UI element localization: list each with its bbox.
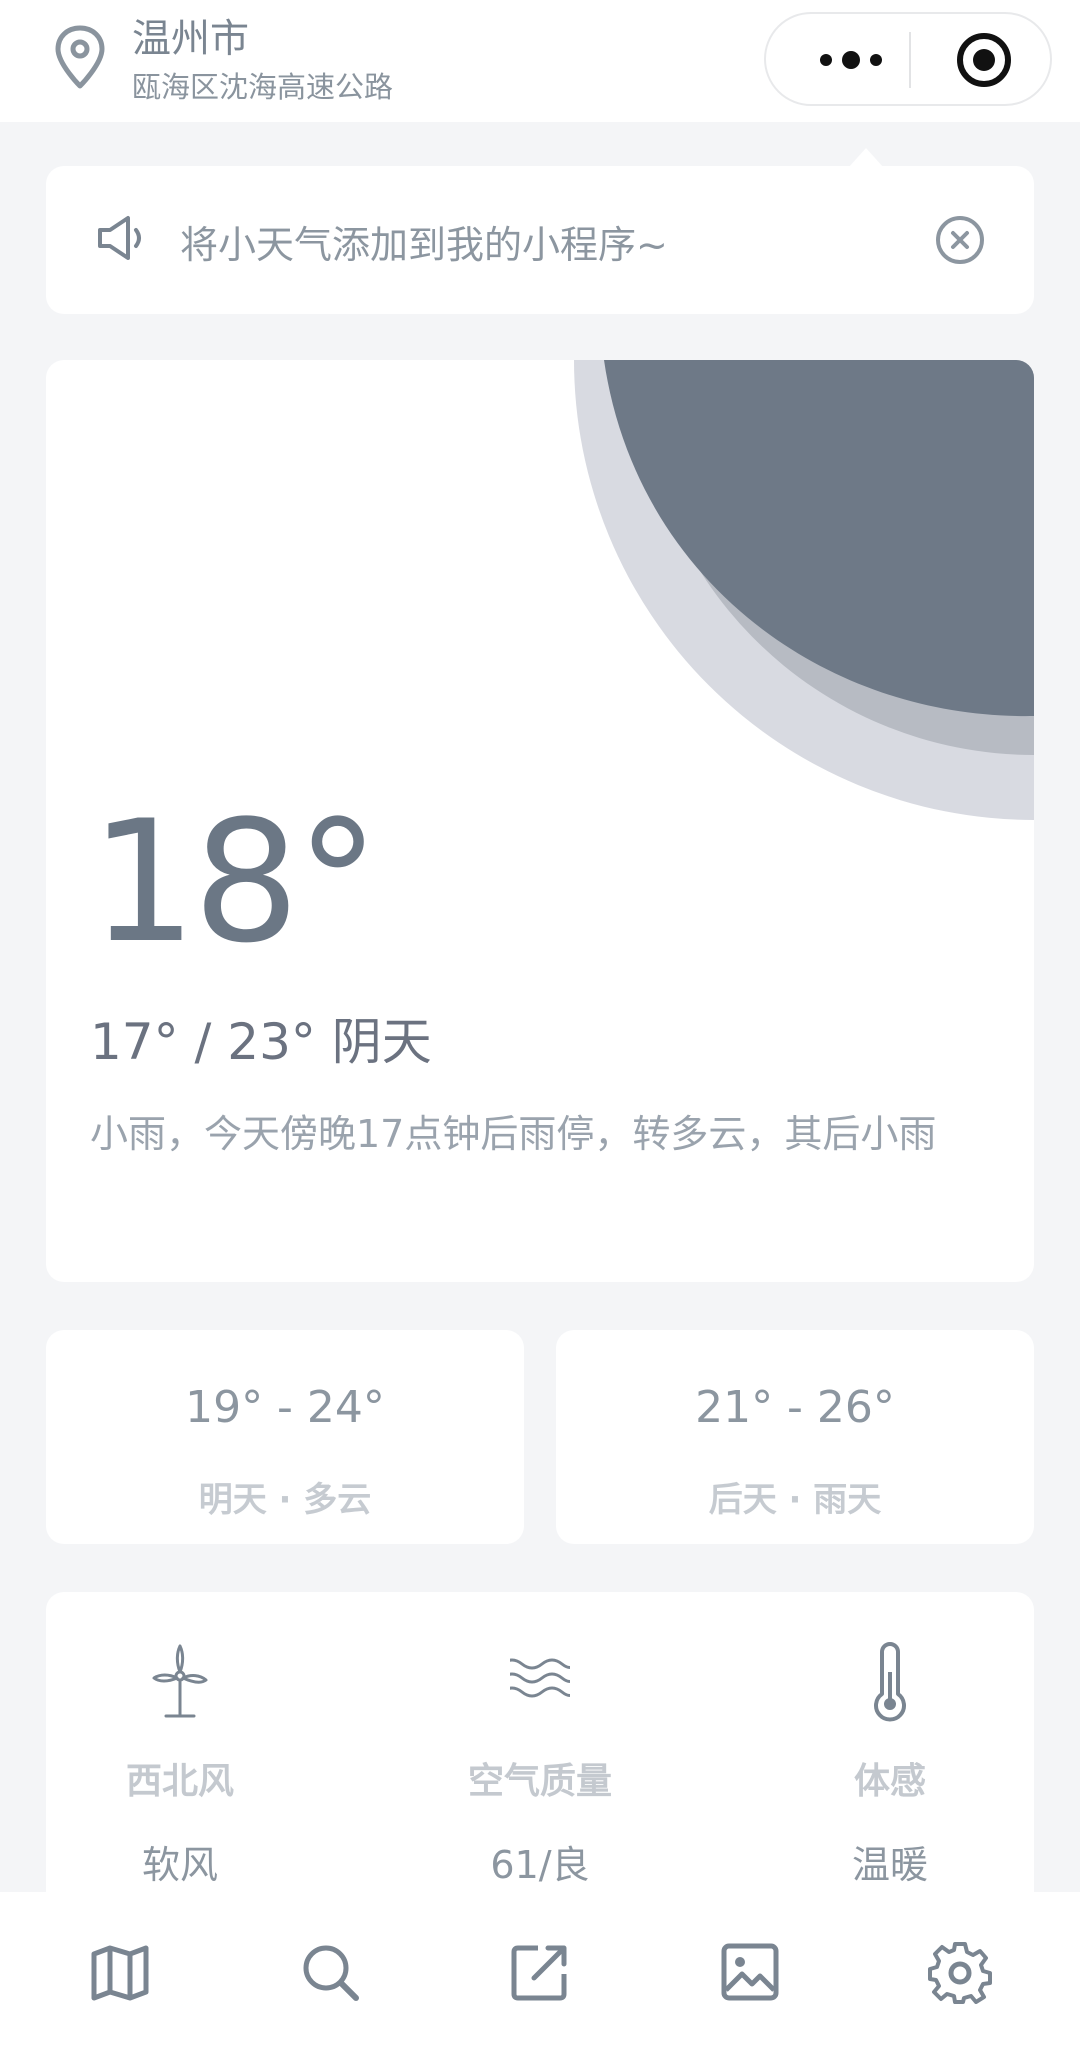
stat-value: 温暖 (851, 1843, 928, 1887)
forecast-card-tomorrow[interactable]: 19° - 24° 明天 · 多云 (46, 1330, 524, 1544)
bottom-tab-bar (0, 1892, 1080, 2064)
forecast-day-condition: 后天 · 雨天 (708, 1480, 882, 1520)
district-name[interactable]: 瓯海区沈海高速公路 (132, 64, 393, 106)
more-dots-icon[interactable] (806, 36, 896, 84)
windmill-icon (152, 1644, 208, 1718)
thermometer-icon (874, 1642, 906, 1722)
forecast-temp-range: 21° - 26° (695, 1382, 895, 1433)
close-circle-icon[interactable] (932, 212, 988, 268)
stat-air-quality: 空气质量 61/良 (430, 1592, 650, 1892)
stat-value: 61/良 (490, 1843, 590, 1887)
waves-icon (510, 1658, 570, 1698)
target-circle-icon[interactable] (954, 30, 1014, 90)
stat-label: 空气质量 (467, 1761, 612, 1802)
header-bar: 温州市 瓯海区沈海高速公路 (0, 0, 1080, 122)
location-pin-icon[interactable] (52, 24, 108, 90)
share-icon[interactable] (508, 1940, 572, 2004)
current-temperature: 18° (90, 784, 380, 980)
forecast-temp-range: 19° - 24° (185, 1382, 385, 1433)
speaker-icon (98, 216, 141, 260)
temperature-range-condition: 17° / 23° 阴天 (90, 1013, 432, 1071)
forecast-card-day-after[interactable]: 21° - 26° 后天 · 雨天 (556, 1330, 1034, 1544)
search-icon[interactable] (298, 1940, 362, 2004)
forecast-day-condition: 明天 · 多云 (198, 1480, 372, 1520)
weather-description: 小雨，今天傍晚17点钟后雨停，转多云，其后小雨 (90, 1112, 937, 1156)
stat-wind: 西北风 软风 (70, 1592, 290, 1892)
gear-icon[interactable] (928, 1940, 992, 2004)
capsule-divider (909, 32, 911, 88)
stat-value: 软风 (141, 1843, 218, 1887)
stat-label: 西北风 (125, 1761, 234, 1802)
image-icon[interactable] (718, 1940, 782, 2004)
city-name[interactable]: 温州市 (132, 8, 249, 64)
mini-program-capsule (764, 12, 1052, 106)
current-weather-card: 18° 17° / 23° 阴天 小雨，今天傍晚17点钟后雨停，转多云，其后小雨 (46, 360, 1034, 1282)
stat-feels-like: 体感 温暖 (780, 1592, 1000, 1892)
add-mini-program-notice: 将小天气添加到我的小程序~ (46, 166, 1034, 314)
map-icon[interactable] (88, 1940, 152, 2004)
weather-stats-card: 西北风 软风 空气质量 61/良 体感 温暖 (46, 1592, 1034, 1892)
stat-label: 体感 (853, 1761, 926, 1802)
notice-pointer (848, 148, 884, 168)
notice-text: 将小天气添加到我的小程序~ (180, 223, 668, 267)
